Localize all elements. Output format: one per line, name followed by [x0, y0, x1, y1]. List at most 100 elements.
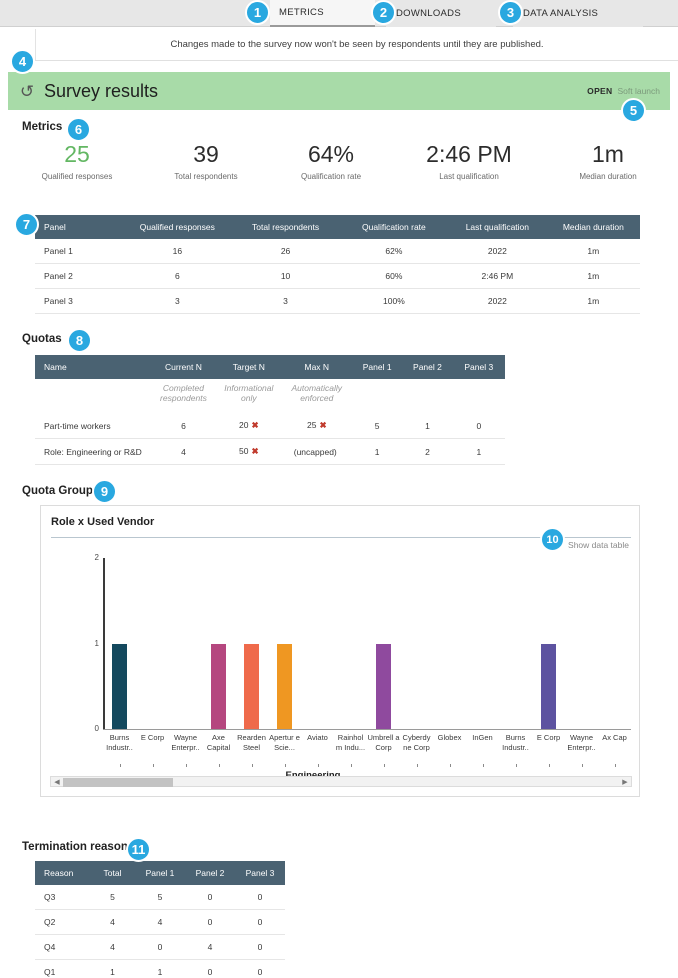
spacer-strip: [0, 61, 678, 72]
cell-reason: Q1: [35, 959, 90, 978]
x-axis-tick-label: E Corp: [536, 733, 561, 742]
cell-quota-name: Part-time workers: [35, 413, 151, 439]
bar[interactable]: [244, 643, 259, 729]
scroll-left-icon[interactable]: ◀: [52, 778, 62, 787]
metric-label: Median duration: [579, 172, 637, 181]
cell-panel2: 0: [185, 959, 235, 978]
cell-total: 4: [90, 934, 135, 960]
cell-total: 26: [231, 239, 340, 264]
table-header-row: Panel Qualified responses Total responde…: [35, 215, 640, 239]
table-row: Panel 3 3 3 100% 2022 1m: [35, 288, 640, 314]
tab-metrics[interactable]: METRICS: [270, 0, 375, 27]
metric-value: 39: [193, 141, 219, 167]
cell-total: 4: [90, 909, 135, 935]
cell-panel3: 0: [235, 885, 285, 910]
callout-6: 6: [66, 117, 91, 142]
panel-metrics-table: Panel Qualified responses Total responde…: [35, 215, 640, 314]
bar[interactable]: [277, 643, 292, 729]
refresh-icon[interactable]: ↺: [18, 82, 36, 100]
col-target-n: Target N: [216, 355, 282, 379]
scrollbar-thumb[interactable]: [63, 778, 173, 787]
cell-qualified: 16: [123, 239, 232, 264]
x-axis-tick-mark: [482, 764, 484, 767]
metric-label: Total respondents: [174, 172, 238, 181]
callout-10: 10: [540, 527, 565, 552]
table-row: Q4 4 0 4 0: [35, 934, 285, 960]
max-n-x-icon: ✖: [319, 420, 327, 430]
tab-data-analysis[interactable]: DATA ANALYSIS: [513, 0, 643, 27]
quotas-section-label: Quotas: [22, 333, 62, 345]
status-badge: OPEN: [587, 86, 613, 96]
banner-status-group: OPEN Soft launch: [587, 86, 660, 96]
metric-total-respondents: 39 Total respondents: [141, 140, 271, 181]
subcol-name: [35, 379, 151, 413]
callout-8: 8: [67, 328, 92, 353]
cell-panel1: 4: [135, 909, 185, 935]
metrics-strip: 25 Qualified responses 39 Total responde…: [0, 140, 678, 190]
x-axis-tick-label: Burns Industr..: [106, 733, 133, 752]
x-axis-tick-label: E Corp: [140, 733, 165, 742]
cell-panel1: 0: [135, 934, 185, 960]
bar[interactable]: [211, 643, 226, 729]
cell-reason: Q4: [35, 934, 90, 960]
cell-last-qual: 2022: [448, 288, 547, 314]
cell-panel2: 0: [185, 885, 235, 910]
cell-reason: Q3: [35, 885, 90, 910]
y-axis-tick-label: 0: [94, 724, 99, 733]
tab-downloads[interactable]: DOWNLOADS: [386, 0, 496, 27]
table-row: Panel 2 6 10 60% 2:46 PM 1m: [35, 263, 640, 289]
cell-last-qual: 2:46 PM: [448, 263, 547, 289]
x-axis-tick-label: Apertur e Scie...: [269, 733, 300, 752]
x-axis-tick-mark: [515, 764, 517, 767]
col-qualified-responses: Qualified responses: [123, 215, 232, 239]
cell-total: 5: [90, 885, 135, 910]
survey-results-banner: ↺ Survey results OPEN Soft launch: [8, 72, 670, 110]
x-axis-tick-label: Cyberdy ne Corp: [402, 733, 431, 752]
y-axis-tick-label: 1: [94, 638, 99, 648]
x-axis-tick-mark: [449, 764, 451, 767]
cell-panel3: 0: [235, 934, 285, 960]
target-n-x-icon: ✖: [251, 420, 259, 430]
col-panel3: Panel 3: [235, 861, 285, 885]
metrics-section-label: Metrics: [22, 121, 63, 133]
cell-qualified: 3: [123, 288, 232, 314]
max-n-value: 25: [306, 420, 317, 430]
x-axis-tick-label: Umbrell a Corp: [367, 733, 400, 752]
target-n-value: 20: [239, 420, 249, 430]
bar[interactable]: [112, 643, 127, 729]
cell-target-n: 20 ✖: [216, 413, 282, 439]
x-axis-tick-label: Burns Industr..: [502, 733, 529, 752]
cell-duration: 1m: [546, 239, 640, 264]
metric-last-qualification: 2:46 PM Last qualification: [404, 140, 534, 181]
chart-horizontal-scrollbar[interactable]: ◀ ▶: [50, 776, 632, 787]
cell-last-qual: 2022: [448, 239, 547, 264]
x-axis-tick-mark: [581, 764, 583, 767]
table-header-row: Name Current N Target N Max N Panel 1 Pa…: [35, 355, 505, 379]
termination-section-label: Termination reasons: [22, 841, 135, 853]
x-axis-tick-mark: [350, 764, 352, 767]
metric-label: Qualification rate: [300, 172, 362, 181]
callout-4: 4: [10, 49, 35, 74]
cell-panel: Panel 3: [35, 288, 124, 314]
col-total: Total: [90, 861, 135, 885]
x-axis-tick-mark: [152, 764, 154, 767]
col-last-qualification: Last qualification: [448, 215, 547, 239]
subcol-panel1: [351, 379, 403, 413]
scroll-right-icon[interactable]: ▶: [620, 778, 630, 787]
cell-qualified: 6: [123, 263, 232, 289]
table-row: Panel 1 16 26 62% 2022 1m: [35, 239, 640, 264]
bar[interactable]: [541, 643, 556, 729]
cell-panel1: 5: [135, 885, 185, 910]
subcol-panel2: [402, 379, 453, 413]
metric-qualification-rate: 64% Qualification rate: [266, 140, 396, 181]
bar[interactable]: [376, 643, 391, 729]
callout-2: 2: [371, 0, 396, 25]
callout-5: 5: [621, 98, 646, 123]
table-row: Part-time workers 6 20 ✖ 25 ✖ 5 1 0: [35, 413, 505, 439]
cell-rate: 60%: [339, 263, 449, 289]
cell-total: 1: [90, 959, 135, 978]
target-n-value: 50: [239, 446, 249, 456]
tab-downloads-label: DOWNLOADS: [396, 8, 461, 19]
col-max-n: Max N: [281, 355, 352, 379]
cell-duration: 1m: [546, 288, 640, 314]
